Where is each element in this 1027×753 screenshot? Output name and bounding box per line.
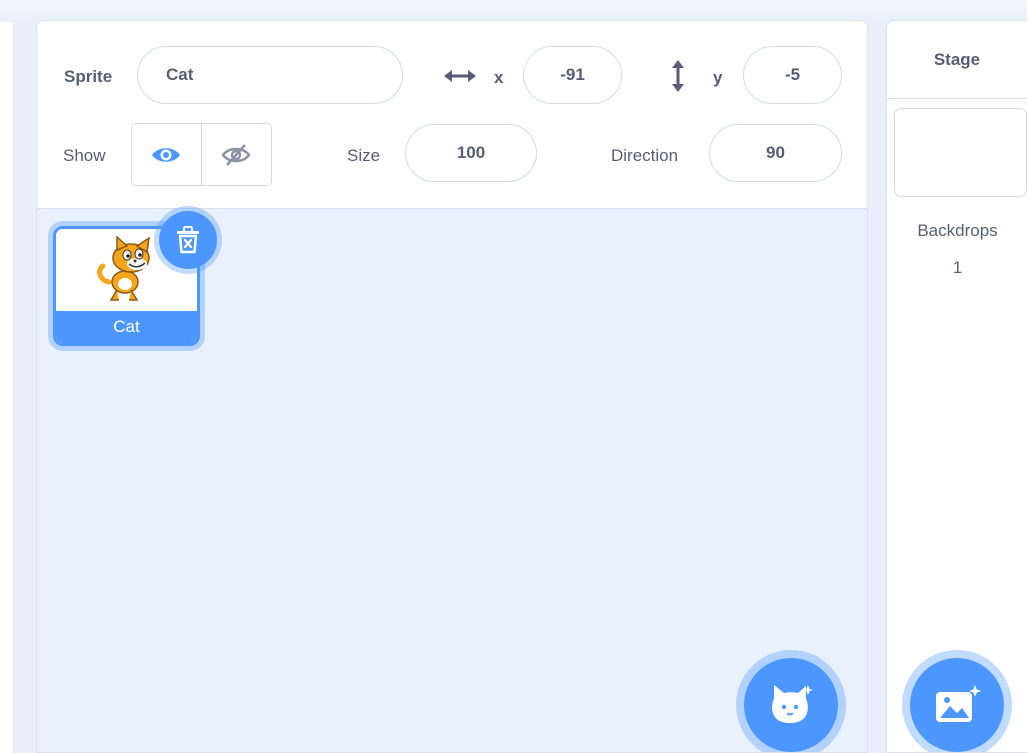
x-label: x bbox=[494, 68, 504, 87]
show-visible-button[interactable] bbox=[132, 124, 202, 185]
cat-add-icon bbox=[772, 685, 813, 723]
sprite-tile-label: Cat bbox=[56, 311, 197, 343]
add-sprite-button[interactable] bbox=[744, 658, 838, 752]
code-area-edge bbox=[0, 22, 14, 753]
show-hidden-button[interactable] bbox=[201, 124, 271, 185]
x-position-input[interactable]: -91 bbox=[523, 46, 622, 104]
show-toggle-group bbox=[131, 123, 272, 186]
eye-icon bbox=[152, 147, 181, 162]
size-input[interactable]: 100 bbox=[405, 124, 537, 182]
sprite-name-input[interactable]: Cat bbox=[137, 46, 403, 104]
stage-pane: Stage Backdrops 1 bbox=[886, 20, 1027, 753]
stage-header[interactable]: Stage bbox=[887, 21, 1027, 99]
direction-input[interactable]: 90 bbox=[709, 124, 842, 182]
cat-costume-icon bbox=[96, 236, 150, 301]
size-label: Size bbox=[347, 146, 381, 165]
add-backdrop-button[interactable] bbox=[910, 658, 1004, 752]
show-label: Show bbox=[63, 146, 106, 165]
y-position-input[interactable]: -5 bbox=[743, 46, 842, 104]
backdrops-label: Backdrops bbox=[917, 221, 998, 240]
arrows-vertical-icon bbox=[672, 60, 684, 92]
arrows-horizontal-icon bbox=[444, 70, 476, 82]
eye-slash-icon bbox=[221, 143, 251, 166]
top-strip bbox=[0, 0, 1027, 22]
stage-thumbnail[interactable] bbox=[894, 108, 1027, 197]
sprite-label: Sprite bbox=[64, 67, 113, 86]
y-label: y bbox=[713, 68, 723, 87]
image-add-icon bbox=[936, 685, 981, 722]
direction-label: Direction bbox=[611, 146, 679, 165]
backdrops-count: 1 bbox=[952, 258, 963, 277]
sprite-pane: Sprite Cat x -91 y -5 Show Size 100 Dire… bbox=[36, 20, 868, 753]
trash-icon bbox=[177, 226, 199, 254]
sprite-info-panel: Sprite Cat x -91 y -5 Show Size 100 Dire… bbox=[37, 21, 867, 209]
delete-sprite-button[interactable] bbox=[159, 211, 217, 269]
